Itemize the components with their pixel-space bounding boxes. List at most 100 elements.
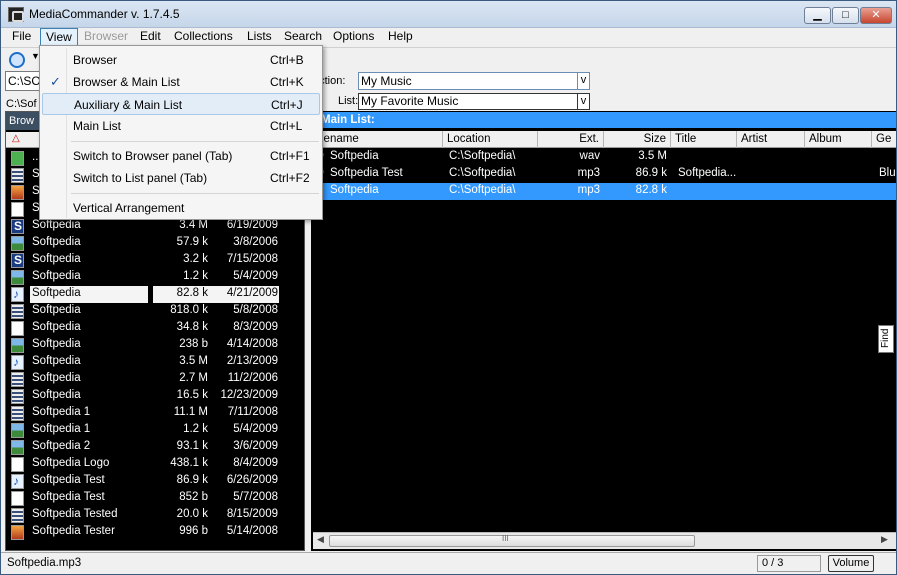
menu-item-shortcut: Ctrl+L [270,119,303,133]
file-date: 7/15/2008 [226,253,278,265]
parent-folder-icon [11,151,24,166]
browser-file-row[interactable]: Softpedia 2 93.1 k 3/6/2009 [8,439,302,456]
menu-item-vertical-arrangement[interactable]: Vertical Arrangement [42,197,320,219]
menu-item-switch-list-panel[interactable]: Switch to List panel (Tab) Ctrl+F2 [42,167,320,189]
scrollbar-thumb[interactable]: III [329,534,695,547]
menu-lists[interactable]: Lists [242,28,277,46]
video-file-icon [11,508,24,523]
file-name: Softpedia Tester [32,525,115,537]
browser-file-row[interactable]: Softpedia 1.2 k 5/4/2009 [8,269,302,286]
file-date: 8/15/2009 [226,508,278,520]
document-file-icon [11,491,24,506]
menu-item-switch-browser-panel[interactable]: Switch to Browser panel (Tab) Ctrl+F1 [42,145,320,167]
browser-file-row[interactable]: Softpedia Tester 996 b 5/14/2008 [8,524,302,541]
browser-file-row[interactable]: Softpedia 1 11.1 M 7/11/2008 [8,405,302,422]
minimize-button[interactable]: ▁ [804,7,831,24]
document-file-icon [11,321,24,336]
sort-ascending-icon[interactable]: △ [12,133,20,144]
file-date: 5/4/2009 [233,423,278,435]
column-location[interactable]: Location [443,131,538,148]
file-name: Softpedia [32,304,81,316]
menu-item-auxiliary-main-list[interactable]: Auxiliary & Main List Ctrl+J [42,93,320,115]
menu-collections[interactable]: Collections [169,28,238,46]
app-window: MediaCommander v. 1.7.4.5 ▁ □ ✕ File Vie… [0,0,897,575]
browser-file-row[interactable]: Softpedia 1 1.2 k 5/4/2009 [8,422,302,439]
collection-dropdown-button[interactable]: v [577,72,590,90]
status-filename: Softpedia.mp3 [7,557,82,569]
menu-view[interactable]: View [40,28,78,46]
maximize-button[interactable]: □ [832,7,859,24]
browser-file-row[interactable]: Softpedia Test 86.9 k 6/26/2009 [8,473,302,490]
column-size[interactable]: Size [604,131,671,148]
browser-file-row[interactable]: Softpedia Logo 438.1 k 8/4/2009 [8,456,302,473]
main-list-row[interactable]: ♪SoftpediaC:\Softpedia\wav3.5 M [317,149,896,166]
browser-file-row[interactable]: Softpedia Tested 20.0 k 8/15/2009 [8,507,302,524]
file-date: 11/2/2006 [227,372,278,384]
file-size: 1.2 k [183,270,208,282]
column-album[interactable]: Album [805,131,872,148]
list-combo[interactable]: My Favorite Music [358,93,578,110]
file-size: 996 b [179,525,208,537]
file-name: Softpedia 2 [32,440,91,452]
file-size: 2.7 M [179,372,208,384]
menu-options[interactable]: Options [328,28,379,46]
file-size: 438.1 k [170,457,208,469]
browser-file-row[interactable]: Softpedia 818.0 k 5/8/2008 [8,303,302,320]
main-list-row[interactable]: ♪Softpedia TestC:\Softpedia\mp386.9 kSof… [317,166,896,183]
menu-file[interactable]: File [7,28,36,46]
menu-browser[interactable]: Browser [79,28,133,46]
file-name: .. [32,151,39,163]
scroll-left-arrow-icon[interactable]: ◀ [317,534,324,545]
file-name: Softpedia Test [32,491,105,503]
browser-file-row[interactable]: Softpedia 34.8 k 8/3/2009 [8,320,302,337]
menu-item-browser-main-list[interactable]: ✓ Browser & Main List Ctrl+K [42,71,320,93]
browser-file-row[interactable]: Softpedia Test 852 b 5/7/2008 [8,490,302,507]
drive-path-combo[interactable]: C:\SO [5,71,41,91]
browser-file-row[interactable]: Softpedia 82.8 k 4/21/2009 [8,286,302,303]
column-ext[interactable]: Ext. [538,131,604,148]
column-genre[interactable]: Ge [872,131,896,148]
column-artist[interactable]: Artist [737,131,805,148]
current-path-label: C:\Sof [6,98,37,110]
browser-file-row[interactable]: Softpedia 3.2 k 7/15/2008 [8,252,302,269]
menu-edit[interactable]: Edit [135,28,166,46]
column-title[interactable]: Title [671,131,737,148]
column-filename[interactable]: lename [317,131,443,148]
horizontal-scrollbar[interactable]: ◀ III ▶ [313,532,896,549]
browser-file-row[interactable]: Softpedia 57.9 k 3/8/2006 [8,235,302,252]
menu-item-shortcut: Ctrl+B [270,53,304,67]
browser-file-row[interactable]: Softpedia 3.5 M 2/13/2009 [8,354,302,371]
close-button[interactable]: ✕ [860,7,892,24]
file-date: 2/13/2009 [226,355,278,367]
file-size: 238 b [179,338,208,350]
browser-file-row[interactable]: Softpedia 2.7 M 11/2/2006 [8,371,302,388]
file-name: Softpedia 1 [32,423,91,435]
scroll-right-arrow-icon[interactable]: ▶ [881,534,888,545]
file-date: 6/26/2009 [226,474,278,486]
list-dropdown-button[interactable]: v [577,93,590,110]
refresh-gear-icon[interactable] [9,52,25,68]
file-size: 3.5 M [179,355,208,367]
menu-search[interactable]: Search [279,28,327,46]
browser-file-row[interactable]: Softpedia 3.4 M 6/19/2009 [8,218,302,235]
main-list-row[interactable]: ♪SoftpediaC:\Softpedia\mp382.8 k [317,183,896,200]
title-bar[interactable]: MediaCommander v. 1.7.4.5 ▁ □ ✕ [1,1,896,28]
menu-help[interactable]: Help [383,28,418,46]
browser-file-row[interactable]: Softpedia 16.5 k 12/23/2009 [8,388,302,405]
find-tab[interactable]: Find [878,325,894,353]
menu-item-main-list[interactable]: Main List Ctrl+L [42,115,320,137]
file-size: 82.8 k [176,287,208,299]
app-file-icon [11,525,24,540]
collection-combo[interactable]: My Music [358,72,578,90]
cell-location: C:\Softpedia\ [449,167,516,179]
file-name: Softpedia [32,253,81,265]
softpedia-file-icon [11,219,24,234]
file-size: 818.0 k [170,304,208,316]
image-file-icon [11,236,24,251]
find-tab-label: Find [880,328,891,348]
main-list-column-headers: lename Location Ext. Size Title Artist A… [317,131,896,148]
volume-button[interactable]: Volume [828,555,874,572]
file-size: 93.1 k [176,440,208,452]
browser-file-row[interactable]: Softpedia 238 b 4/14/2008 [8,337,302,354]
menu-item-browser[interactable]: Browser Ctrl+B [42,49,320,71]
